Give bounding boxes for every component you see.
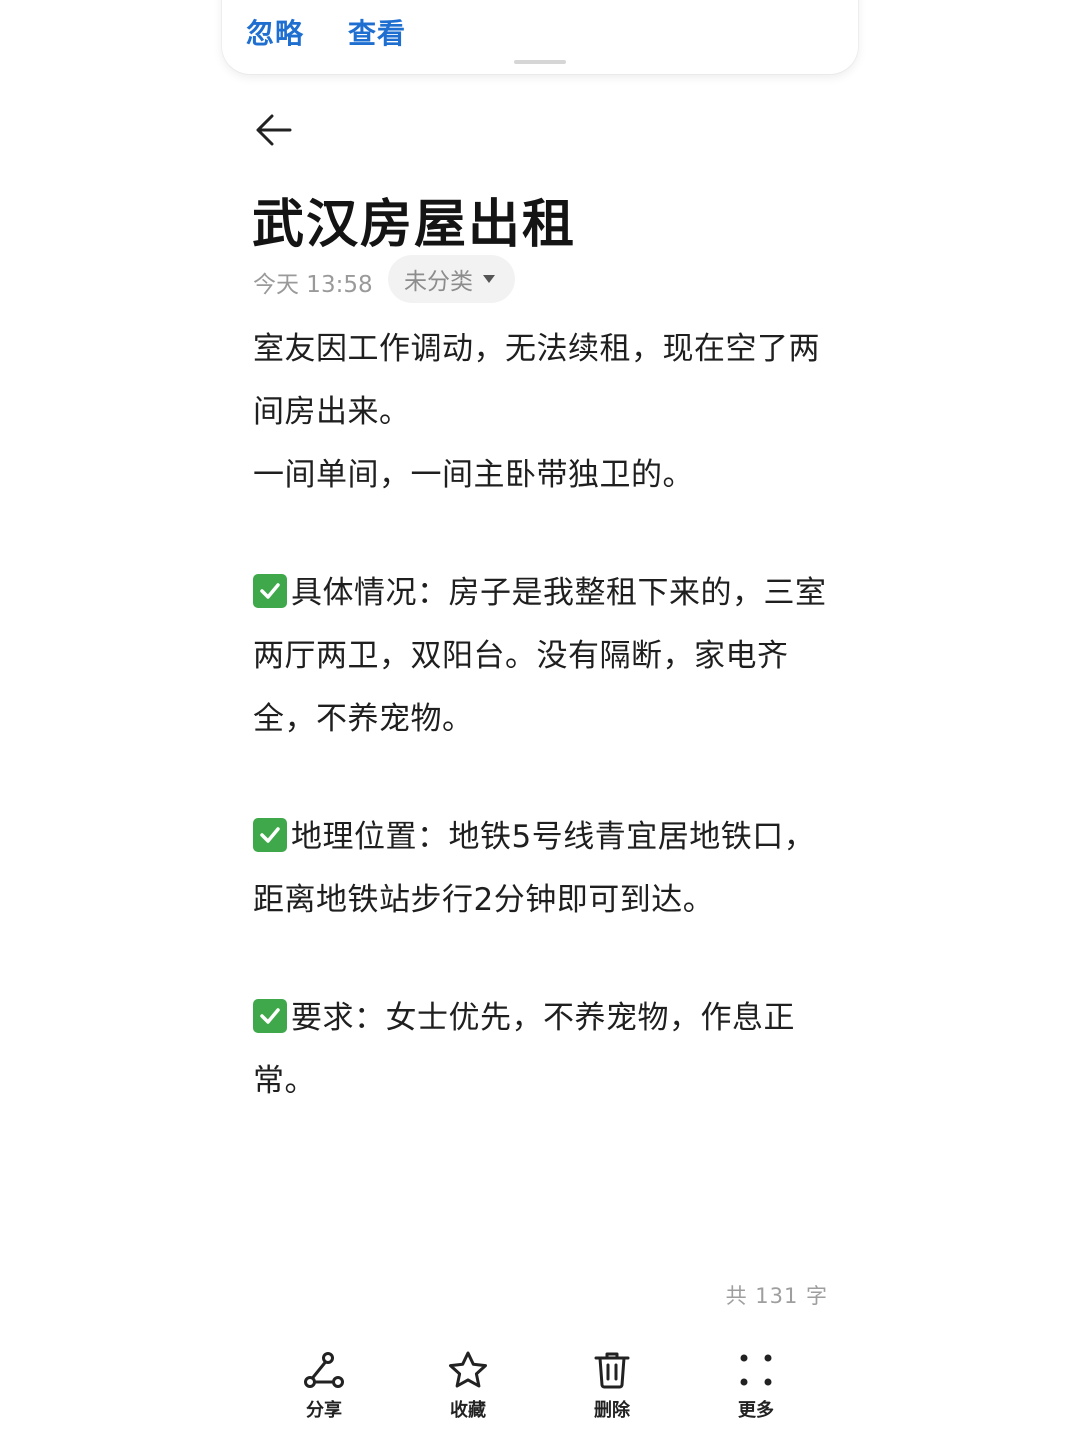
check-mark-icon (253, 999, 287, 1033)
note-title: 武汉房屋出租 (252, 195, 577, 255)
notification-banner: 忽略 查看 (222, 0, 858, 74)
more-button[interactable]: 更多 (711, 1350, 801, 1422)
check-mark-icon (253, 818, 287, 852)
back-button[interactable] (250, 108, 298, 152)
paragraph-2: 具体情况：房子是我整租下来的，三室两厅两卫，双阳台。没有隔断，家电齐全，不养宠物… (253, 562, 843, 751)
star-icon (449, 1351, 487, 1388)
check-mark-icon (253, 574, 287, 608)
paragraph-1: 室友因工作调动，无法续租，现在空了两间房出来。 (253, 331, 820, 430)
category-selector[interactable]: 未分类 (388, 255, 515, 303)
paragraph-2-text: 具体情况：房子是我整租下来的，三室两厅两卫，双阳台。没有隔断，家电齐全，不养宠物… (253, 575, 827, 737)
paragraph-4-text: 要求：女士优先，不养宠物，作息正常。 (253, 1000, 795, 1099)
bottom-toolbar: 分享 收藏 删除 更多 (0, 1350, 1080, 1430)
view-button[interactable]: 查看 (348, 12, 406, 52)
back-arrow-icon (256, 114, 292, 146)
paragraph-3-text: 地理位置：地铁5号线青宜居地铁口，距离地铁站步行2分钟即可到达。 (253, 819, 816, 918)
paragraph-4: 要求：女士优先，不养宠物，作息正常。 (253, 987, 843, 1113)
note-time: 今天 13:58 (253, 272, 373, 298)
favorite-label: 收藏 (450, 1400, 486, 1421)
delete-label: 删除 (594, 1400, 630, 1421)
note-body[interactable]: 室友因工作调动，无法续租，现在空了两间房出来。 一间单间，一间主卧带独卫的。 具… (253, 318, 843, 1113)
ignore-button[interactable]: 忽略 (246, 12, 304, 52)
share-button[interactable]: 分享 (279, 1350, 369, 1422)
delete-button[interactable]: 删除 (567, 1350, 657, 1422)
word-count: 共 131 字 (725, 1284, 828, 1308)
trash-icon (594, 1352, 630, 1389)
more-dots-icon (740, 1354, 772, 1386)
favorite-button[interactable]: 收藏 (423, 1350, 513, 1422)
banner-drag-handle[interactable] (514, 60, 566, 64)
paragraph-1b: 一间单间，一间主卧带独卫的。 (253, 457, 694, 493)
more-label: 更多 (738, 1400, 774, 1421)
share-icon (304, 1352, 344, 1388)
paragraph-3: 地理位置：地铁5号线青宜居地铁口，距离地铁站步行2分钟即可到达。 (253, 806, 843, 932)
share-label: 分享 (306, 1400, 342, 1421)
caret-down-icon (483, 275, 495, 283)
category-label: 未分类 (404, 269, 473, 295)
